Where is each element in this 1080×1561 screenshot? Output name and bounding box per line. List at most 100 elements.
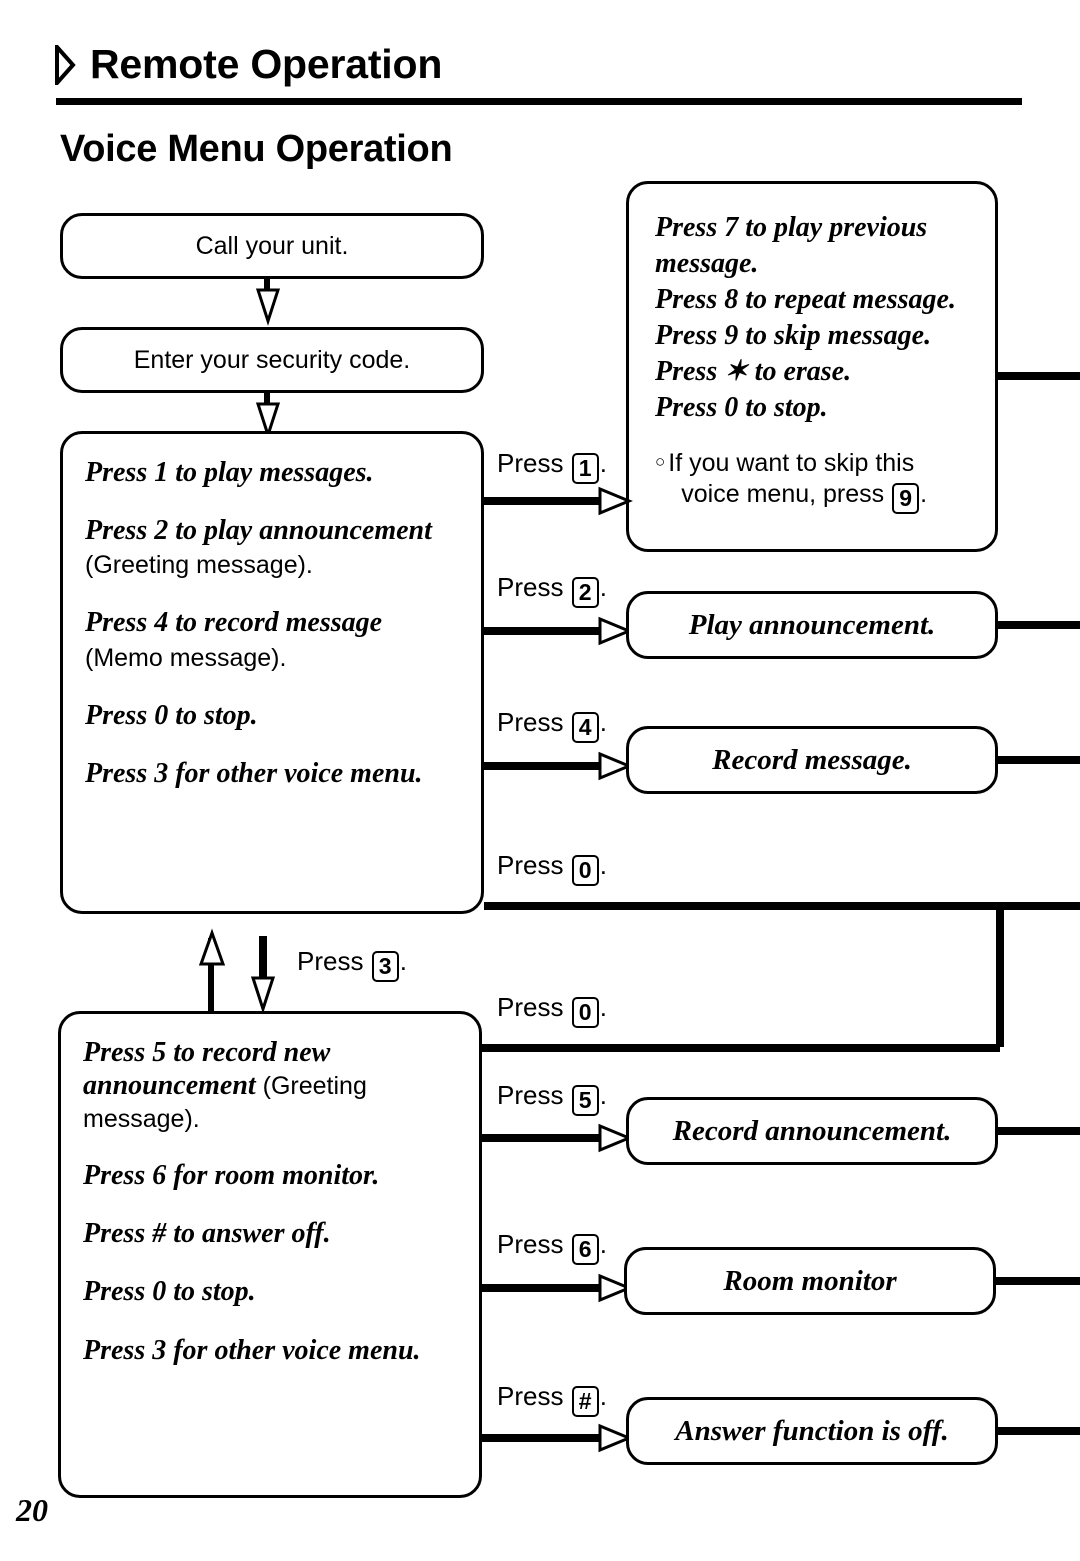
command-line: Press 0 to stop. — [655, 391, 828, 423]
skip-note-end: . — [920, 480, 928, 509]
skip-note-part2: voice menu, press — [681, 480, 885, 509]
connector-label-press-1: Press 1. — [497, 450, 607, 484]
flow-box-answer-off: Answer function is off. — [626, 1397, 998, 1465]
key-1: 1 — [571, 453, 599, 484]
stop-return-line-lower — [482, 1044, 1000, 1052]
press-prefix: Press — [497, 1080, 564, 1110]
flow-box-record-announcement: Record announcement. — [626, 1097, 998, 1165]
menu-line: Press 3 for other voice menu. — [85, 757, 481, 791]
play-announcement-label: Play announcement. — [688, 608, 936, 641]
press-prefix: Press — [497, 448, 564, 478]
menu-line: Press 5 to record new announcement (Gree… — [83, 1036, 479, 1135]
menu-line-italic: Press 0 to stop. — [83, 1276, 256, 1308]
press-prefix: Press — [497, 1229, 564, 1259]
manual-page: Remote Operation Voice Menu Operation Ca… — [0, 0, 1080, 1561]
command-line: Press 7 to play previous — [655, 212, 928, 243]
press-prefix: Press — [497, 572, 564, 602]
arrowhead-down-icon — [250, 976, 276, 1014]
command-line: Press ✶ to erase. — [655, 355, 852, 387]
connector-line — [484, 627, 606, 635]
press-suffix: . — [599, 992, 607, 1022]
flow-box-security-code: Enter your security code. — [60, 327, 484, 393]
menu-line-italic: Press # to answer off. — [83, 1218, 331, 1250]
key-6: 6 — [571, 1234, 599, 1265]
flow-box-play-announcement: Play announcement. — [626, 591, 998, 659]
menu-line: Press 1 to play messages. — [85, 456, 481, 490]
menu-line-italic: Press 3 for other voice menu. — [83, 1334, 421, 1366]
menu-line: Press 2 to play announcement (Greeting m… — [85, 514, 481, 582]
main-voice-menu-box: Press 1 to play messages. Press 2 to pla… — [60, 431, 484, 914]
answer-off-label: Answer function is off. — [675, 1414, 949, 1447]
menu-line: Press 4 to record message (Memo message)… — [85, 606, 481, 674]
diamond-bullet-icon — [55, 44, 76, 85]
exit-line — [998, 756, 1080, 764]
press-suffix: . — [599, 448, 607, 478]
connector-line — [482, 1434, 606, 1442]
connector-label-press-4: Press 4. — [497, 709, 607, 743]
flow-box-call-unit: Call your unit. — [60, 213, 484, 279]
other-voice-menu-box: Press 5 to record new announcement (Gree… — [58, 1011, 482, 1498]
press-suffix: . — [399, 946, 407, 976]
command-line: Press 9 to skip message. — [655, 319, 932, 351]
connector-label-press-5: Press 5. — [497, 1082, 607, 1116]
connector-line — [484, 497, 606, 505]
menu-line-plain: (Memo message). — [85, 643, 287, 672]
key-0: 0 — [571, 997, 599, 1028]
key-9: 9 — [892, 483, 920, 515]
flow-box-record-message: Record message. — [626, 726, 998, 794]
arrowhead-down-icon — [255, 288, 281, 326]
press-suffix: . — [599, 1229, 607, 1259]
security-code-label: Enter your security code. — [133, 346, 411, 374]
hollow-circle-bullet-icon: ○ — [655, 451, 666, 471]
flow-box-room-monitor: Room monitor — [624, 1247, 996, 1315]
connector-label-press-2: Press 2. — [497, 574, 607, 608]
key-5: 5 — [571, 1085, 599, 1116]
menu-line: Press # to answer off. — [83, 1217, 479, 1251]
connector-label-press-3: Press 3. — [297, 948, 407, 982]
connector-label-press-0-upper: Press 0. — [497, 852, 607, 886]
page-title: Remote Operation — [90, 41, 443, 87]
stop-return-vertical — [996, 902, 1004, 1047]
menu-line: Press 3 for other voice menu. — [83, 1334, 479, 1368]
record-announcement-label: Record announcement. — [672, 1114, 952, 1147]
key-4: 4 — [571, 712, 599, 743]
connector-label-press-0-lower: Press 0. — [497, 994, 607, 1028]
header-divider — [56, 98, 1022, 105]
skip-note: ○ If you want to skip this voice menu, p… — [655, 448, 995, 515]
key-3: 3 — [371, 951, 399, 982]
menu-line-italic: Press 4 to record message — [85, 607, 383, 639]
arrowhead-up-icon — [198, 928, 226, 966]
connector-line — [482, 1134, 606, 1142]
press-prefix: Press — [497, 992, 564, 1022]
arrowhead-right-icon — [598, 486, 633, 516]
menu-line-italic: Press 2 to play announcement — [85, 515, 432, 547]
connector-line — [482, 1284, 606, 1292]
press-suffix: . — [599, 707, 607, 737]
section-title: Voice Menu Operation — [60, 128, 453, 170]
exit-line — [998, 1127, 1080, 1135]
exit-line — [998, 372, 1080, 380]
press-prefix: Press — [497, 850, 564, 880]
menu-line-italic: Press 1 to play messages. — [85, 457, 374, 488]
key-hash: # — [571, 1386, 599, 1417]
key-0: 0 — [571, 855, 599, 886]
stop-return-line-upper — [484, 902, 1080, 910]
page-number: 20 — [16, 1492, 48, 1528]
exit-line — [998, 621, 1080, 629]
exit-line — [998, 1427, 1080, 1435]
skip-note-part1: If you want to skip this — [668, 448, 915, 477]
key-2: 2 — [571, 577, 599, 608]
press-prefix: Press — [497, 1381, 564, 1411]
call-unit-label: Call your unit. — [195, 232, 349, 260]
press-prefix: Press — [497, 707, 564, 737]
record-message-label: Record message. — [712, 743, 912, 776]
skip-note-text: If you want to skip this voice menu, pre… — [668, 448, 927, 515]
connector-label-press-6: Press 6. — [497, 1231, 607, 1265]
room-monitor-label: Room monitor — [723, 1264, 897, 1297]
menu-line: Press 0 to stop. — [85, 699, 481, 733]
connector-line — [484, 762, 606, 770]
menu-line-italic: Press 3 for other voice menu. — [85, 757, 423, 789]
menu-line-italic: Press 0 to stop. — [85, 699, 258, 731]
menu-line: Press 0 to stop. — [83, 1275, 479, 1309]
playback-commands-box: Press 7 to play previous message. Press … — [626, 181, 998, 552]
